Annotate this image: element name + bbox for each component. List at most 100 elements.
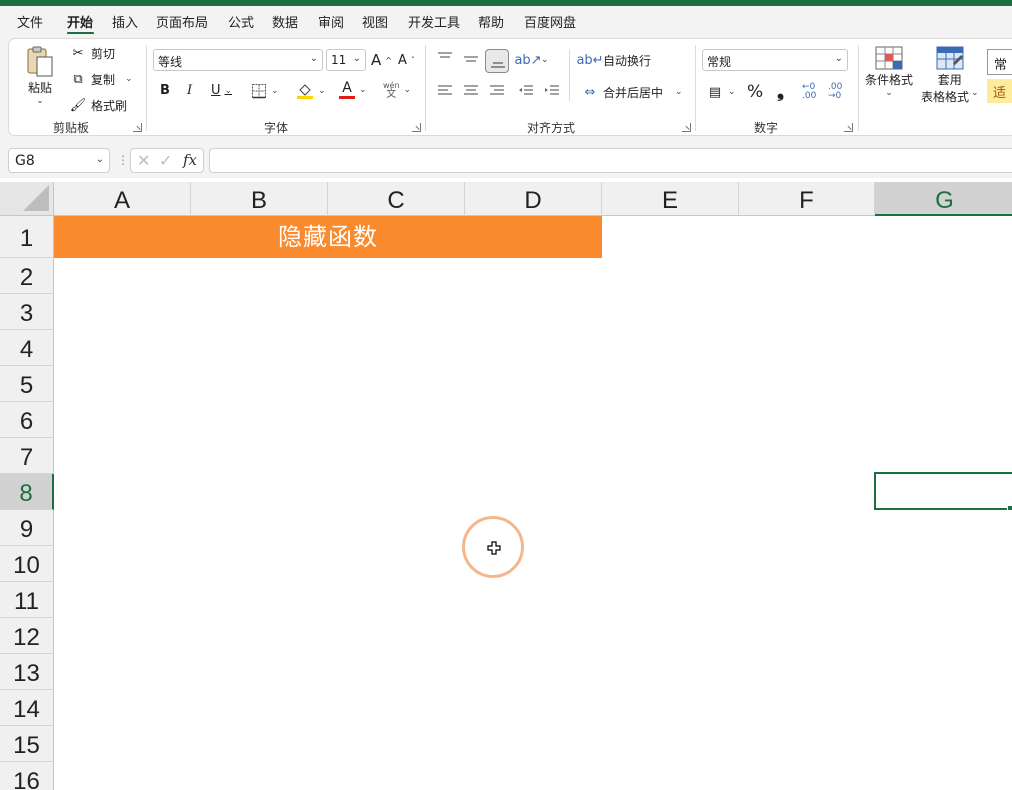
tab-developer[interactable]: 开发工具	[408, 12, 460, 31]
copy-button[interactable]: ⧉ 复制 ⌄	[69, 70, 133, 88]
row-header-13[interactable]: 13	[0, 654, 54, 690]
paste-button[interactable]: 粘贴 ⌄	[25, 45, 55, 106]
merged-title-cell[interactable]: 隐藏函数	[54, 216, 602, 258]
row-header-15[interactable]: 15	[0, 726, 54, 762]
align-top-icon[interactable]	[437, 51, 453, 65]
decrease-decimal-icon: .00 →0	[828, 82, 843, 101]
row-header-10[interactable]: 10	[0, 546, 54, 582]
tab-baidu-netdisk[interactable]: 百度网盘	[524, 12, 576, 31]
font-launcher-icon[interactable]	[412, 123, 421, 132]
phonetic-icon: wén 文	[383, 81, 400, 100]
tab-home[interactable]: 开始	[67, 12, 93, 31]
column-header-g[interactable]: G	[875, 182, 1012, 216]
tab-help[interactable]: 帮助	[478, 12, 504, 31]
row-header-11[interactable]: 11	[0, 582, 54, 618]
row-header-12[interactable]: 12	[0, 618, 54, 654]
cell-style-neutral[interactable]: 适	[987, 79, 1012, 103]
format-as-table-button[interactable]: 套用 表格格式 ⌄	[921, 45, 979, 105]
align-bottom-button[interactable]	[485, 49, 509, 73]
chevron-down-icon: ⌄	[309, 53, 318, 64]
select-all-icon	[23, 185, 49, 211]
conditional-format-label: 条件格式	[865, 73, 914, 87]
underline-button[interactable]: U ⌄	[211, 83, 232, 98]
row-header-5[interactable]: 5	[0, 366, 54, 402]
alignment-group-label: 对齐方式	[527, 121, 576, 135]
align-middle-icon[interactable]	[463, 53, 479, 67]
align-center-icon[interactable]	[463, 84, 479, 98]
row-header-1[interactable]: 1	[0, 216, 54, 258]
fill-handle[interactable]	[1007, 505, 1012, 511]
align-right-icon[interactable]	[489, 84, 505, 98]
shrink-font-button[interactable]: Aˇ	[398, 53, 415, 68]
column-header-a[interactable]: A	[54, 182, 191, 216]
row-header-7[interactable]: 7	[0, 438, 54, 474]
paste-dropdown-icon[interactable]: ⌄	[36, 96, 44, 106]
tab-data[interactable]: 数据	[272, 12, 298, 31]
active-cell-g8[interactable]	[874, 472, 1012, 510]
row-header-2[interactable]: 2	[0, 258, 54, 294]
accounting-format-button[interactable]: ▤ ⌄	[706, 83, 736, 101]
grow-font-button[interactable]: A ^	[371, 51, 392, 69]
orientation-button[interactable]: ab↗ ⌄	[514, 51, 548, 69]
insert-function-button[interactable]: fx	[183, 151, 197, 169]
phonetic-guide-button[interactable]: wén 文 ⌄	[383, 81, 411, 100]
column-header-d[interactable]: D	[465, 182, 602, 216]
tab-formulas[interactable]: 公式	[228, 12, 254, 31]
bold-glyph: B	[160, 83, 170, 98]
percent-style-button[interactable]: %	[747, 82, 763, 102]
copy-dropdown-icon[interactable]: ⌄	[125, 74, 133, 84]
number-format-select[interactable]: 常规 ⌄	[702, 49, 848, 71]
font-color-button[interactable]: A ⌄	[339, 81, 367, 99]
tab-page-layout[interactable]: 页面布局	[156, 12, 208, 31]
row-header-3[interactable]: 3	[0, 294, 54, 330]
row-header-6[interactable]: 6	[0, 402, 54, 438]
number-format-value: 常规	[707, 55, 732, 69]
tab-insert[interactable]: 插入	[112, 12, 138, 31]
formula-input[interactable]	[209, 148, 1012, 173]
number-launcher-icon[interactable]	[844, 123, 853, 132]
format-painter-button[interactable]: 🖌 格式刷	[69, 96, 127, 114]
alignment-launcher-icon[interactable]	[682, 123, 691, 132]
row-header-4[interactable]: 4	[0, 330, 54, 366]
wrap-text-button[interactable]: ab↵ 自动换行	[576, 51, 651, 69]
row-header-9[interactable]: 9	[0, 510, 54, 546]
align-left-icon[interactable]	[437, 84, 453, 98]
column-header-f[interactable]: F	[739, 182, 875, 216]
row-header-14[interactable]: 14	[0, 690, 54, 726]
column-header-b[interactable]: B	[191, 182, 328, 216]
clipboard-launcher-icon[interactable]	[133, 123, 142, 132]
font-size-select[interactable]: 11 ⌄	[326, 49, 366, 71]
column-header-e[interactable]: E	[602, 182, 739, 216]
increase-indent-icon[interactable]	[544, 84, 560, 98]
comma-style-button[interactable]: ❟	[777, 81, 784, 102]
bold-button[interactable]: B	[160, 83, 170, 98]
italic-button[interactable]: I	[187, 83, 192, 98]
tab-file[interactable]: 文件	[17, 12, 43, 31]
fill-color-button[interactable]: ⌄	[296, 82, 326, 100]
row-header-16[interactable]: 16	[0, 762, 54, 790]
merge-center-button[interactable]: ⇔ 合并后居中 ⌄	[581, 83, 683, 101]
ribbon-home: 粘贴 ⌄ ✂ 剪切 ⧉ 复制 ⌄ 🖌 格式刷 剪贴板 等线 ⌄ 11 ⌄ A ^ …	[8, 38, 1012, 136]
decrease-decimal-button[interactable]: .00 →0	[828, 83, 842, 101]
font-color-icon: A	[339, 81, 355, 99]
borders-button[interactable]: ⌄	[251, 83, 279, 99]
chevron-down-icon: ⌄	[971, 88, 979, 98]
name-box[interactable]: G8 ⌄	[8, 148, 110, 173]
worksheet-grid[interactable]: A B C D E F G 1 2 3 4 5 6 7 8 9 10 11 12…	[0, 182, 1012, 790]
row-header-8[interactable]: 8	[0, 474, 54, 510]
conditional-format-button[interactable]: 条件格式 ⌄	[865, 45, 913, 98]
decrease-indent-icon[interactable]	[518, 84, 534, 98]
tab-view[interactable]: 视图	[362, 12, 388, 31]
tab-review[interactable]: 审阅	[318, 12, 344, 31]
cell-style-normal[interactable]: 常	[987, 49, 1012, 75]
paste-label: 粘贴	[27, 81, 52, 95]
column-header-c[interactable]: C	[328, 182, 465, 216]
cancel-icon[interactable]: ✕	[137, 151, 150, 170]
formula-bar-grip-icon[interactable]: ⋮	[117, 153, 129, 167]
increase-decimal-button[interactable]: ←0.00	[802, 83, 816, 101]
enter-icon[interactable]: ✓	[159, 151, 172, 170]
cut-button[interactable]: ✂ 剪切	[69, 44, 115, 62]
select-all-button[interactable]	[0, 182, 54, 216]
font-name-select[interactable]: 等线 ⌄	[153, 49, 323, 71]
format-painter-icon: 🖌	[69, 97, 87, 113]
